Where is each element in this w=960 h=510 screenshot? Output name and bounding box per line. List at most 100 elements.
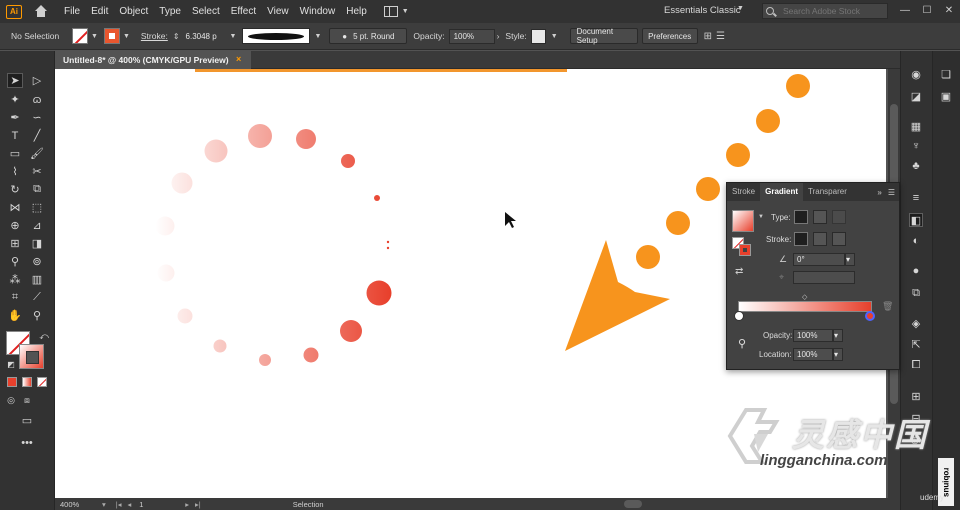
menu-window[interactable]: Window [300, 6, 336, 17]
menu-type[interactable]: Type [159, 6, 181, 17]
libraries-icon[interactable]: ❏ [939, 67, 953, 81]
blend-tool-icon[interactable]: ⊚ [29, 254, 45, 269]
chevron-down-icon[interactable]: ▾ [833, 329, 843, 342]
horizontal-scroll-thumb[interactable] [623, 500, 642, 508]
stroke-indicator[interactable] [739, 244, 751, 256]
symbols-icon[interactable]: ♣ [909, 159, 923, 173]
line-tool-icon[interactable]: ╱ [29, 128, 45, 143]
menu-effect[interactable]: Effect [231, 6, 256, 17]
hand-tool-icon[interactable]: ✋ [7, 308, 23, 323]
stop-opacity-input[interactable]: 100% [793, 329, 833, 342]
artboard-tool-icon[interactable]: ⌗ [7, 290, 23, 305]
eyedropper-icon[interactable]: ⚲ [738, 337, 752, 351]
chevron-down-icon[interactable]: ▾ [102, 500, 106, 509]
chevron-down-icon[interactable]: ▼ [758, 214, 764, 220]
zoom-tool-icon[interactable]: ⚲ [29, 308, 45, 323]
last-artboard-icon[interactable]: ▸| [195, 500, 201, 509]
gradient-stop-white[interactable] [734, 311, 744, 321]
stroke-color-box[interactable] [19, 344, 44, 369]
opacity-input[interactable]: 100% [448, 28, 495, 44]
menu-edit[interactable]: Edit [91, 6, 108, 17]
shape-builder-icon[interactable]: ⊕ [7, 218, 23, 233]
adobe-stock-search[interactable] [762, 3, 888, 19]
direct-selection-tool-icon[interactable]: ▷ [29, 73, 45, 88]
lasso-icon[interactable]: ɷ [29, 92, 45, 107]
reverse-gradient-icon[interactable]: ⇄ [735, 266, 743, 277]
document-setup-button[interactable]: Document Setup [569, 27, 638, 45]
column-graph-icon[interactable]: ▥ [29, 272, 45, 287]
appearance-icon[interactable]: ◉ [909, 67, 923, 81]
gradient-dot-ring[interactable] [155, 124, 392, 366]
rectangle-tool-icon[interactable]: ▭ [7, 146, 23, 161]
drawing-mode-icon[interactable]: ◎ [3, 393, 19, 408]
menu-help[interactable]: Help [346, 6, 367, 17]
none-mode-icon[interactable] [37, 377, 47, 387]
chevron-down-icon[interactable]: ▼ [402, 8, 409, 15]
swatches-icon[interactable]: ▦ [909, 119, 923, 133]
artboard-number[interactable]: 1 [139, 500, 163, 509]
minimize-icon[interactable]: — [898, 4, 912, 18]
gradient-stop-red[interactable] [865, 311, 875, 321]
stroke-swatch[interactable] [103, 28, 120, 44]
chevron-right-icon[interactable]: › [497, 31, 500, 41]
stop-location-input[interactable]: 100% [793, 348, 833, 361]
gradient-tool-icon[interactable]: ◨ [29, 236, 45, 251]
menu-object[interactable]: Object [119, 6, 148, 17]
menu-file[interactable]: File [64, 6, 80, 17]
chevron-down-icon[interactable]: ▼ [737, 5, 744, 12]
document-tab[interactable]: Untitled-8* @ 400% (CMYK/GPU Preview) × [55, 51, 251, 69]
scissors-icon[interactable]: ✂ [29, 164, 45, 179]
rotate-tool-icon[interactable]: ↻ [7, 182, 23, 197]
screen-mode-icon[interactable]: ⧈ [19, 393, 35, 408]
graphic-style-swatch[interactable] [530, 28, 546, 44]
stroke-across-button[interactable] [832, 232, 846, 246]
artboards-panel-icon[interactable]: ⧠ [909, 358, 923, 372]
search-input[interactable] [783, 6, 883, 16]
export-icon[interactable]: ⇱ [909, 337, 923, 351]
type-tool-icon[interactable]: T [7, 128, 23, 143]
arrange-documents-icon[interactable] [383, 6, 398, 17]
chevron-down-icon[interactable]: ▼ [91, 33, 98, 40]
menu-select[interactable]: Select [192, 6, 220, 17]
radial-gradient-button[interactable] [813, 210, 827, 224]
properties-icon[interactable]: ▣ [939, 89, 953, 103]
free-transform-icon[interactable]: ⬚ [29, 200, 45, 215]
variable-width-profile[interactable] [242, 28, 311, 44]
stroke-within-button[interactable] [794, 232, 808, 246]
angle-input[interactable]: 0° [793, 253, 845, 266]
brushes-icon[interactable]: ♆ [909, 139, 923, 153]
symbol-sprayer-icon[interactable]: ⁂ [7, 272, 23, 287]
image-trace-icon[interactable]: ⧉ [909, 286, 923, 300]
chevron-down-icon[interactable]: ▾ [833, 348, 843, 361]
curvature-tool-icon[interactable]: ∽ [29, 110, 45, 125]
gradient-thumbnail[interactable] [732, 210, 754, 232]
fill-swatch[interactable] [72, 28, 88, 44]
prev-artboard-icon[interactable]: ◂ [127, 500, 131, 509]
chevron-down-icon[interactable]: ▼ [314, 33, 321, 40]
stroke-panel-icon[interactable]: ≡ [909, 191, 923, 205]
color-guide-icon[interactable]: ◪ [909, 89, 923, 103]
chevron-down-icon[interactable]: ▾ [845, 253, 855, 266]
gradient-panel-icon[interactable]: ◧ [909, 213, 923, 227]
panel-menu-icon[interactable]: ☰ [716, 31, 725, 42]
maximize-icon[interactable]: ☐ [920, 4, 934, 18]
mesh-tool-icon[interactable]: ⊞ [7, 236, 23, 251]
brush-definition[interactable]: ● 5 pt. Round [329, 28, 408, 44]
transparency-icon[interactable]: ◐ [909, 234, 923, 248]
collapse-panel-icon[interactable]: » [877, 188, 881, 197]
close-window-icon[interactable]: ✕ [942, 4, 956, 18]
shaper-tool-icon[interactable]: ⌇ [7, 164, 23, 179]
magic-wand-icon[interactable]: ✦ [7, 92, 23, 107]
graphic-styles-icon[interactable]: ● [909, 264, 923, 278]
stroke-along-button[interactable] [813, 232, 827, 246]
workspace-switcher[interactable]: Essentials Classic [664, 5, 741, 16]
stepper-icon[interactable]: ⇕ [173, 32, 180, 41]
preferences-button[interactable]: Preferences [641, 28, 698, 44]
freeform-gradient-button[interactable] [832, 210, 846, 224]
gradient-mode-icon[interactable] [22, 377, 32, 387]
scale-tool-icon[interactable]: ⧉ [29, 182, 45, 197]
close-tab-icon[interactable]: × [236, 54, 241, 64]
width-tool-icon[interactable]: ⋈ [7, 200, 23, 215]
first-artboard-icon[interactable]: |◂ [116, 500, 122, 509]
menu-view[interactable]: View [267, 6, 289, 17]
